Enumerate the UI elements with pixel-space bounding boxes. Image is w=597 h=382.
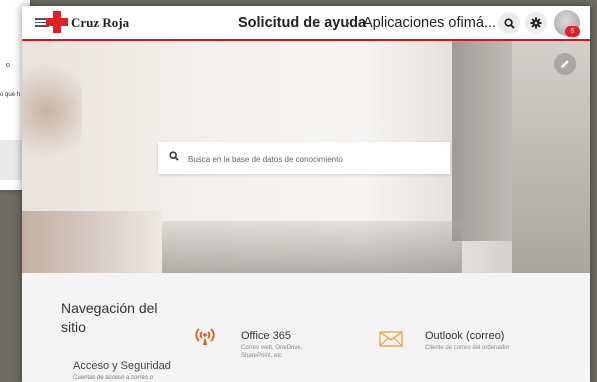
card-office365-desc: SharePoint, etc bbox=[241, 353, 283, 359]
settings-button[interactable] bbox=[525, 12, 547, 34]
envelope-icon[interactable] bbox=[379, 331, 403, 347]
card-office365-title[interactable]: Office 365 bbox=[241, 330, 291, 342]
site-nav-item-acceso[interactable]: Acceso y Seguridad bbox=[73, 360, 171, 372]
top-bar: Cruz Roja Solicitud de ayuda › Aplicacio… bbox=[22, 6, 590, 41]
pencil-icon bbox=[561, 60, 569, 68]
notification-badge[interactable]: 6 bbox=[565, 26, 580, 37]
card-office365-desc: Correo web, OneDrive, bbox=[241, 345, 303, 351]
hero-blur bbox=[512, 41, 590, 273]
search-icon bbox=[169, 151, 179, 161]
red-cross-logo-icon[interactable] bbox=[46, 11, 68, 33]
hero-blur bbox=[162, 221, 462, 273]
gear-icon bbox=[530, 17, 542, 29]
search-icon bbox=[503, 17, 515, 29]
breadcrumb-aplicaciones: Aplicaciones ofimá... bbox=[363, 15, 496, 31]
knowledge-search-input[interactable] bbox=[186, 148, 445, 170]
logo-text[interactable]: Cruz Roja bbox=[71, 15, 129, 31]
background-text: o bbox=[6, 62, 10, 69]
search-button[interactable] bbox=[498, 12, 520, 34]
hero-banner bbox=[22, 41, 590, 273]
broadcast-icon[interactable] bbox=[192, 323, 218, 349]
card-outlook-title[interactable]: Outlook (correo) bbox=[425, 330, 504, 342]
breadcrumb-separator: › bbox=[345, 14, 350, 30]
site-nav-item-desc: Cuentas de acceso a correo o bbox=[73, 375, 154, 381]
hero-blur bbox=[22, 211, 162, 273]
site-nav-title: Navegación del sitio bbox=[61, 300, 158, 335]
edit-banner-button[interactable] bbox=[554, 53, 576, 75]
knowledge-search-box[interactable] bbox=[158, 142, 450, 174]
portal-window: Cruz Roja Solicitud de ayuda › Aplicacio… bbox=[22, 6, 590, 382]
content-section: Navegación del sitio Acceso y Seguridad … bbox=[22, 273, 590, 382]
background-text: o qué h bbox=[0, 92, 21, 98]
card-outlook-desc: Cliente de correo del ordenador bbox=[425, 345, 510, 351]
hero-blur bbox=[22, 51, 82, 171]
